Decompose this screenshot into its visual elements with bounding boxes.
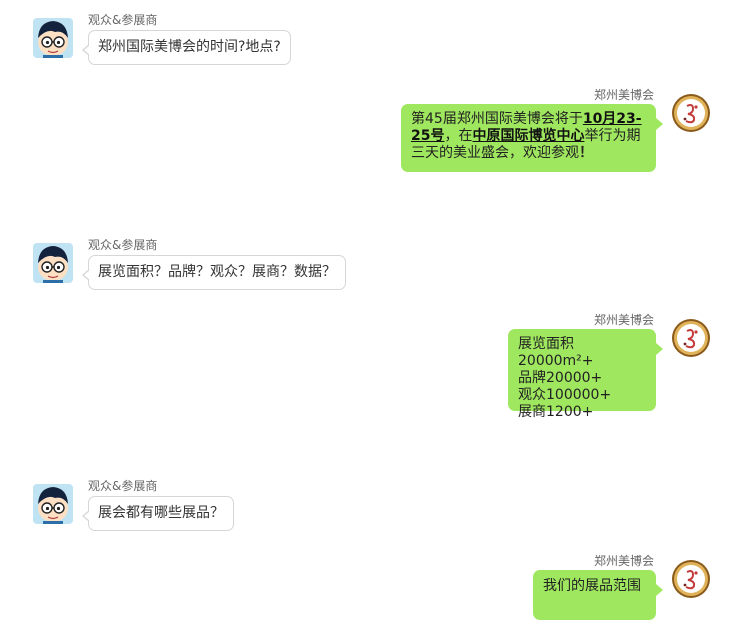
stat-line: 展商1200+: [518, 404, 594, 420]
expo-avatar-icon: [671, 93, 711, 133]
visitor-avatar-icon: [33, 18, 73, 58]
sender-name: 观众&参展商: [88, 238, 158, 252]
message-text: 我们的展品范围: [543, 578, 641, 594]
message-text: 展览面积？品牌？观众？展商？数据？: [98, 264, 336, 280]
message-bubble: 第45届郑州国际美博会将于10月23-25号，在中原国际博览中心举行为期三天的美…: [401, 104, 663, 172]
sender-name: 观众&参展商: [88, 479, 158, 493]
sender-name: 观众&参展商: [88, 13, 158, 27]
expo-avatar-icon: [671, 559, 711, 599]
message-bubble: 展会都有哪些展品？: [82, 496, 234, 531]
sender-name: 郑州美博会: [593, 313, 654, 327]
message-bubble: 郑州国际美博会的时间?地点?: [82, 30, 291, 65]
stat-line: 观众100000+: [518, 387, 612, 403]
visitor-avatar-icon: [33, 243, 73, 283]
visitor-avatar-icon: [33, 484, 73, 524]
message-text: 展会都有哪些展品？: [98, 505, 224, 521]
expo-avatar-icon: [671, 318, 711, 358]
sender-name: 郑州美博会: [593, 88, 654, 102]
message-bubble: 展览面积？品牌？观众？展商？数据？: [82, 255, 346, 290]
message-bubble: 我们的展品范围: [533, 570, 663, 620]
sender-name: 郑州美博会: [593, 554, 654, 568]
venue-highlight: 中原国际博览中心: [472, 128, 585, 144]
stat-line: 品牌20000+: [518, 370, 603, 386]
message-text: 郑州国际美博会的时间?地点?: [98, 39, 281, 55]
stat-line: 展览面积20000m²+: [518, 336, 594, 369]
message-text: 第45届郑州国际美博会将于10月23-25号，在中原国际博览中心举行为期三天的美…: [411, 111, 642, 161]
message-bubble: 展览面积20000m²+ 品牌20000+ 观众100000+ 展商1200+: [508, 329, 663, 420]
